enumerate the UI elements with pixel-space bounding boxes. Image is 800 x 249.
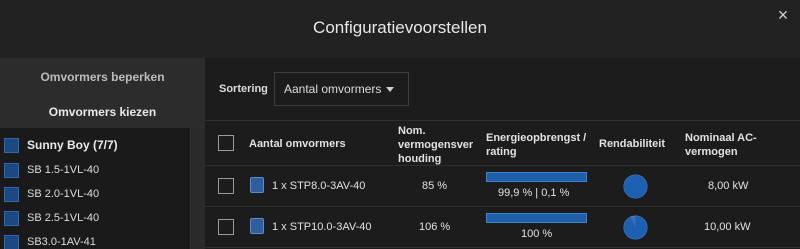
inverter-name: 1 x STP10.0-3AV-40	[272, 221, 372, 233]
energy-value: 99,9 % | 0,1 %	[498, 187, 570, 199]
list-item[interactable]: SB 1.5-1VL-40	[0, 158, 205, 182]
list-item[interactable]: SB 2.0-1VL-40	[0, 182, 205, 206]
checkbox[interactable]	[4, 186, 19, 202]
table-row[interactable]: 1 x STP8.0-3AV-40 85 % 99,9 % | 0,1 % 8,…	[205, 166, 800, 207]
sort-value: Aantal omvormers	[284, 82, 382, 96]
list-item[interactable]: SB3.0-1AV-41	[0, 230, 205, 249]
power-ratio: 85 %	[422, 180, 448, 192]
dialog-header: Configuratievoorstellen ×	[0, 0, 800, 58]
table-row[interactable]: 1 x STP10.0-3AV-40 106 % 100 % 10,00 kW	[205, 207, 800, 248]
item-label: SB3.0-1AV-41	[27, 236, 96, 248]
energy-bar	[486, 172, 587, 182]
row-checkbox[interactable]	[218, 219, 234, 235]
main-panel: Sortering Aantal omvormers Aantal omvorm…	[205, 58, 800, 249]
checkbox[interactable]	[4, 234, 19, 249]
energy-bar	[486, 213, 587, 223]
inverter-icon	[250, 177, 264, 193]
list-item[interactable]: SB 2.5-1VL-40	[0, 206, 205, 230]
sort-bar: Sortering Aantal omvormers	[205, 58, 800, 120]
inverter-list: Sunny Boy (7/7) SB 1.5-1VL-40 SB 2.0-1VL…	[0, 128, 205, 249]
nominal-ac: 10,00 kW	[704, 221, 751, 233]
tab-limit-inverters[interactable]: Omvormers beperken	[0, 60, 205, 95]
pie-slice	[623, 174, 648, 199]
checkbox[interactable]	[4, 210, 19, 226]
tab-choose-inverters[interactable]: Omvormers kiezen	[0, 95, 205, 130]
energy-value: 100 %	[521, 228, 553, 240]
sort-select[interactable]: Aantal omvormers	[274, 72, 409, 106]
col-inverter-count[interactable]: Aantal omvormers	[249, 137, 346, 151]
sort-label: Sortering	[219, 83, 268, 95]
nominal-ac: 8,00 kW	[708, 180, 749, 192]
close-icon[interactable]: ×	[774, 6, 792, 24]
scrollbar[interactable]	[190, 128, 205, 249]
row-checkbox[interactable]	[218, 178, 234, 194]
proposals-table: Aantal omvormers Nom. vermogensver houdi…	[205, 120, 800, 248]
col-energy-yield[interactable]: Energieopbrengst / rating	[486, 131, 586, 159]
list-group-sunny-boy[interactable]: Sunny Boy (7/7)	[0, 128, 205, 158]
checkbox[interactable]	[4, 162, 19, 178]
item-label: SB 2.0-1VL-40	[27, 188, 100, 200]
col-profitability[interactable]: Rendabiliteit	[599, 137, 665, 151]
profitability-pie	[623, 215, 648, 240]
col-power-ratio[interactable]: Nom. vermogensver houding	[398, 124, 473, 166]
chevron-down-icon	[386, 87, 394, 92]
inverter-icon	[250, 218, 264, 234]
col-nominal-ac[interactable]: Nominaal AC- vermogen	[685, 131, 757, 159]
dialog-title: Configuratievoorstellen	[313, 18, 487, 37]
profitability-pie	[623, 174, 648, 199]
group-label: Sunny Boy (7/7)	[27, 138, 118, 152]
item-label: SB 2.5-1VL-40	[27, 212, 100, 224]
select-all-checkbox[interactable]	[218, 135, 234, 151]
inverter-name: 1 x STP8.0-3AV-40	[272, 180, 366, 192]
power-ratio: 106 %	[419, 221, 451, 233]
item-label: SB 1.5-1VL-40	[27, 164, 100, 176]
checkbox[interactable]	[4, 137, 19, 153]
sidebar: Omvormers beperken Omvormers kiezen Sunn…	[0, 58, 205, 249]
table-header: Aantal omvormers Nom. vermogensver houdi…	[205, 120, 800, 166]
